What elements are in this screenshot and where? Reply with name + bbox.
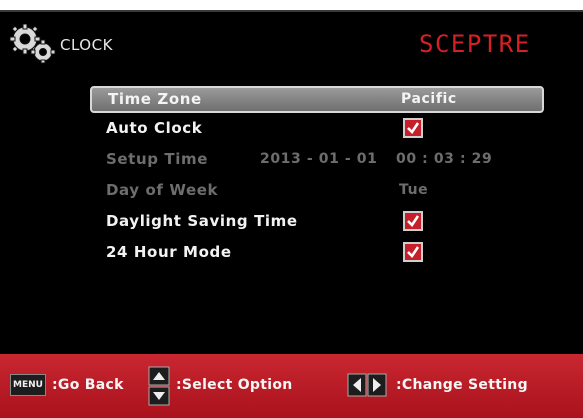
checkmark-icon [407,122,420,135]
menu-row-24-hour-mode[interactable]: 24 Hour Mode [90,239,544,266]
change-setting-hint: :Change Setting [396,377,528,393]
menu-row-daylight-saving[interactable]: Daylight Saving Time [90,208,544,235]
checkmark-icon [407,246,420,259]
hour-mode-label: 24 Hour Mode [106,243,232,261]
left-right-arrows-icon [347,373,387,397]
menu-row-setup-time: Setup Time 2013 - 01 - 01 00 : 03 : 29 [90,146,544,173]
setup-time-date: 2013 - 01 - 01 [260,151,378,167]
go-back-hint: :Go Back [52,377,124,393]
gears-icon [9,23,58,64]
page-title: CLOCK [60,36,113,54]
header: CLOCK SCEPTRE [0,12,583,72]
setup-time-clock: 00 : 03 : 29 [396,151,493,167]
osd-window: CLOCK SCEPTRE Time Zone Pacific Auto Clo… [0,10,583,418]
menu-key-icon: MENU [10,374,46,396]
day-of-week-value: Tue [399,182,429,198]
daylight-saving-label: Daylight Saving Time [106,212,298,230]
svg-text:SCEPTRE: SCEPTRE [419,30,531,58]
auto-clock-label: Auto Clock [106,119,203,137]
daylight-saving-checkbox[interactable] [403,211,423,231]
setup-time-label: Setup Time [106,150,208,168]
select-option-hint: :Select Option [176,377,293,393]
time-zone-value: Pacific [401,91,457,107]
hour-mode-checkbox[interactable] [403,242,423,262]
help-bar: MENU :Go Back :Select Option :Change Set… [0,354,583,418]
checkmark-icon [407,215,420,228]
up-down-arrows-icon [148,366,170,406]
auto-clock-checkbox[interactable] [403,118,423,138]
menu-row-day-of-week: Day of Week Tue [90,177,544,204]
time-zone-label: Time Zone [108,90,202,108]
brand-logo: SCEPTRE [419,30,531,58]
menu-row-auto-clock[interactable]: Auto Clock [90,115,544,142]
menu-row-time-zone[interactable]: Time Zone Pacific [90,86,544,113]
day-of-week-label: Day of Week [106,181,219,199]
